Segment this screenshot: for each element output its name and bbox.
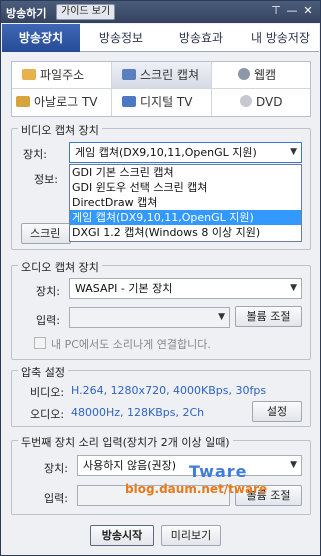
group-title: 압축 설정 <box>18 364 68 380</box>
selected-value: 사용하지 않음(권장) <box>83 459 177 472</box>
video-device-label: 장치: <box>23 148 47 161</box>
tab-effects[interactable]: 방송효과 <box>162 24 240 52</box>
tab-save[interactable]: 내 방송저장 <box>242 24 319 52</box>
audio-input-label: 입력: <box>36 314 60 327</box>
folder-icon <box>22 69 36 80</box>
dropdown-option[interactable]: GDI 기본 스크린 캡쳐 <box>70 165 301 180</box>
source-tab-dvd[interactable]: DVD <box>212 89 310 116</box>
window-title: 방송하기 <box>6 7 47 20</box>
dropdown-option[interactable]: DXGI 1.2 캡쳐(Windows 8 이상 지원) <box>70 225 301 240</box>
audio-device-label: 장치: <box>36 285 60 298</box>
pin-icon[interactable]: ⊤ <box>269 4 283 18</box>
start-broadcast-button[interactable]: 방송시작 <box>90 525 154 546</box>
source-tab-digital-tv[interactable]: 디지털 TV <box>112 89 212 116</box>
monitor-checkbox-label: 내 PC에서도 소리나게 연결합니다. <box>51 338 211 351</box>
group-title: 비디오 캡쳐 장치 <box>18 122 102 138</box>
compression-settings-button[interactable]: 설정 <box>252 401 302 422</box>
second-device-label: 장치: <box>44 462 68 475</box>
audio-input-select[interactable]: ▼ <box>69 307 230 328</box>
source-tab-label: DVD <box>256 95 283 109</box>
chevron-down-icon[interactable]: ▼ <box>290 279 297 298</box>
group-title: 두번째 장치 소리 입력(장치가 2개 이상 일때) <box>18 434 233 450</box>
compression-audio-label: 오디오: <box>30 408 65 421</box>
screen-select-button[interactable]: 스크린 <box>21 223 71 244</box>
monitor-icon <box>122 69 136 80</box>
source-tab-webcam[interactable]: 웹캠 <box>212 62 310 89</box>
webcam-icon <box>238 68 250 80</box>
video-info-label: 정보: <box>34 173 58 186</box>
preview-button[interactable]: 미리보기 <box>161 525 221 546</box>
source-tab-label: 디지털 TV <box>140 95 193 109</box>
tab-device[interactable]: 방송장치 <box>2 24 80 52</box>
dropdown-option[interactable]: GDI 윈도우 선택 스크린 캡쳐 <box>70 180 301 195</box>
source-tab-label: 아날로그 TV <box>34 95 98 109</box>
minimize-icon[interactable]: — <box>285 4 299 18</box>
monitor-checkbox[interactable] <box>34 337 46 349</box>
title-bar: 방송하기 가이드 보기 ⊤ — ✕ <box>1 1 320 23</box>
close-icon[interactable]: ✕ <box>301 4 315 18</box>
source-tabs: 파일주소 스크린 캡쳐 웹캠 아날로그 TV 디지털 TV DVD <box>11 61 311 117</box>
audio-device-select[interactable]: WASAPI - 기본 장치 ▼ <box>69 278 302 299</box>
main-tabs: 방송장치 방송정보 방송효과 내 방송저장 <box>2 24 319 52</box>
digital-tv-icon <box>122 96 136 107</box>
audio-volume-button[interactable]: 볼륨 조절 <box>235 306 302 327</box>
broadcast-window: 방송하기 가이드 보기 ⊤ — ✕ 방송장치 방송정보 방송효과 내 방송저장 … <box>0 0 321 556</box>
tab-info[interactable]: 방송정보 <box>82 24 160 52</box>
selected-value: WASAPI - 기본 장치 <box>75 282 173 295</box>
dropdown-option-selected[interactable]: 게임 캡쳐(DX9,10,11,OpenGL 지원) <box>70 210 301 225</box>
source-tab-label: 스크린 캡쳐 <box>140 68 200 82</box>
compression-video-value: H.264, 1280x720, 4000KBps, 30fps <box>71 384 267 397</box>
source-tab-file[interactable]: 파일주소 <box>12 62 112 89</box>
dropdown-option[interactable]: DirectDraw 캡쳐 <box>70 195 301 210</box>
watermark-brand: Tware <box>189 462 248 481</box>
second-input-label: 입력: <box>44 492 68 505</box>
source-tab-analog-tv[interactable]: 아날로그 TV <box>12 89 112 116</box>
chevron-down-icon[interactable]: ▼ <box>290 143 297 162</box>
video-device-dropdown: GDI 기본 스크린 캡쳐 GDI 윈도우 선택 스크린 캡쳐 DirectDr… <box>69 164 302 242</box>
source-tab-label: 웹캠 <box>254 68 277 82</box>
chevron-down-icon[interactable]: ▼ <box>290 456 297 475</box>
source-tab-screen[interactable]: 스크린 캡쳐 <box>112 62 212 89</box>
compression-video-label: 비디오: <box>30 386 65 399</box>
source-tab-label: 파일주소 <box>40 68 85 82</box>
selected-value: 게임 캡쳐(DX9,10,11,OpenGL 지원) <box>75 146 257 159</box>
guide-button[interactable]: 가이드 보기 <box>56 4 116 20</box>
chevron-down-icon[interactable]: ▼ <box>218 308 225 327</box>
watermark-url: blog.daum.net/tware <box>125 482 268 496</box>
disc-icon <box>240 95 252 107</box>
group-title: 오디오 캡쳐 장치 <box>18 259 102 275</box>
compression-audio-value: 48000Hz, 128KBps, 2Ch <box>71 406 205 419</box>
video-device-select[interactable]: 게임 캡쳐(DX9,10,11,OpenGL 지원) ▼ <box>69 142 302 163</box>
tv-icon <box>16 96 30 107</box>
